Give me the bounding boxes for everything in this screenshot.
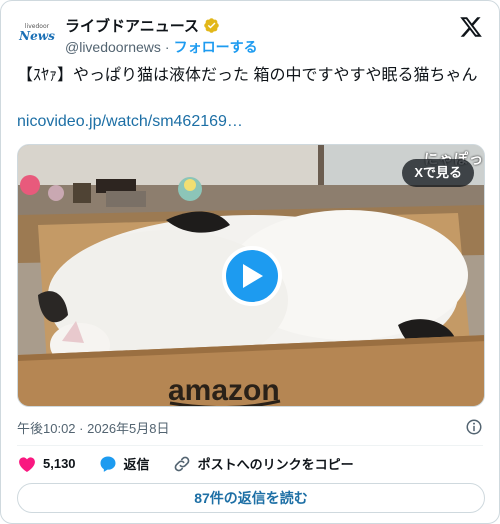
display-name[interactable]: ライブドアニュース: [65, 15, 199, 36]
video-media[interactable]: amazon にゃぽっ Xで見る: [17, 144, 485, 407]
handle-row: @livedoornews · フォローする: [65, 37, 258, 57]
name-row: ライブドアニュース: [65, 15, 220, 36]
x-logo-icon[interactable]: [459, 15, 483, 39]
handle-separator: ·: [164, 39, 170, 55]
tweet-text: 【ｽﾔｧ】やっぱり猫は液体だった 箱の中ですやすや眠る猫ちゃん: [17, 67, 478, 84]
tweet-link[interactable]: nicovideo.jp/watch/sm462169…: [17, 111, 243, 133]
like-button[interactable]: 5,130: [17, 454, 76, 474]
tweet-time: 午後10:02: [17, 420, 76, 436]
copy-link-button[interactable]: ポストへのリンクをコピー: [172, 454, 354, 474]
reply-bubble-icon: [100, 456, 116, 472]
reply-label: 返信: [123, 457, 150, 472]
action-bar: 5,130 返信 ポストへのリンクをコピー: [17, 445, 483, 481]
reply-button[interactable]: 返信: [98, 454, 150, 474]
verified-badge-icon: [204, 18, 219, 33]
tweet-header: livedoor News ライブドアニュース @livedoornews · …: [17, 11, 483, 59]
follow-button[interactable]: フォローする: [174, 37, 258, 57]
copy-link-label: ポストへのリンクをコピー: [197, 457, 354, 472]
avatar[interactable]: livedoor News: [17, 13, 57, 53]
view-on-x-button[interactable]: Xで見る: [402, 159, 474, 187]
play-button[interactable]: [222, 246, 282, 306]
tweet-card: livedoor News ライブドアニュース @livedoornews · …: [0, 0, 500, 524]
timestamp[interactable]: 午後10:02 · 2026年5月8日: [17, 418, 170, 437]
tweet-meta: 午後10:02 · 2026年5月8日: [17, 417, 483, 437]
avatar-label-big: News: [19, 29, 55, 43]
link-icon: [174, 456, 189, 471]
box-brand-text: amazon: [168, 374, 280, 407]
meta-separator: ·: [79, 420, 84, 436]
info-icon[interactable]: [465, 418, 483, 436]
heart-icon: [19, 456, 35, 472]
read-replies-button[interactable]: 87件の返信を読む: [17, 483, 485, 513]
tweet-date: 2026年5月8日: [87, 420, 170, 436]
handle[interactable]: @livedoornews: [65, 39, 161, 55]
play-icon: [243, 264, 263, 288]
like-count: 5,130: [43, 456, 76, 471]
